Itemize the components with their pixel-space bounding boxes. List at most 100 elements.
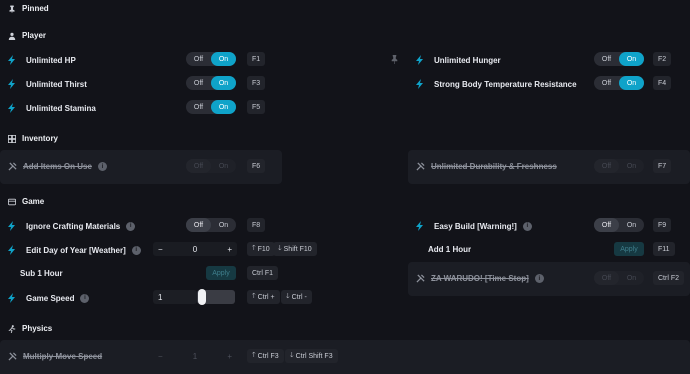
multiply-move-value[interactable]: 1	[193, 352, 197, 361]
sub-hour-row: Sub 1 Hour	[20, 269, 63, 278]
unlimited-hp-toggle[interactable]: Off On	[186, 52, 236, 66]
info-icon[interactable]: i	[534, 274, 544, 283]
toggle-on[interactable]: On	[211, 52, 236, 66]
toggle-on[interactable]: On	[211, 76, 236, 90]
za-warudo-row: ZA WARUDO! [Time Stop] i	[416, 274, 544, 283]
easy-build-label: Easy Build [Warning!]	[434, 221, 517, 231]
za-warudo-toggle[interactable]: Off On	[594, 271, 644, 285]
info-icon[interactable]: i	[522, 221, 532, 231]
strong-body-temp-toggle[interactable]: Off On	[594, 76, 644, 90]
add-items-hotkey[interactable]: F6	[247, 159, 266, 173]
strong-body-temp-row: Strong Body Temperature Resistance	[416, 79, 577, 89]
sub-hour-apply-button[interactable]: Apply	[206, 266, 236, 280]
info-icon[interactable]: i	[80, 293, 90, 303]
ignore-crafting-toggle[interactable]: Off On	[186, 218, 236, 232]
multiply-move-increase-hotkey[interactable]: 🡑 Ctrl F3	[247, 349, 284, 363]
tools-icon	[8, 352, 17, 361]
info-icon[interactable]: i	[126, 221, 136, 231]
unlimited-durability-hotkey[interactable]: F7	[653, 159, 672, 173]
unlimited-hp-hotkey[interactable]: F1	[247, 52, 266, 66]
unlimited-durability-row: Unlimited Durability & Freshness	[416, 162, 557, 171]
add-hour-apply-button[interactable]: Apply	[614, 242, 644, 256]
unlimited-thirst-row: Unlimited Thirst	[8, 79, 87, 89]
pin-icon[interactable]	[391, 55, 398, 64]
edit-day-increase-hotkey[interactable]: 🡑 F10	[247, 242, 275, 256]
unlimited-thirst-hotkey[interactable]: F3	[247, 76, 266, 90]
game-icon	[8, 198, 16, 205]
unlimited-thirst-toggle[interactable]: Off On	[186, 76, 236, 90]
multiply-move-label: Multiply Move Speed	[23, 352, 103, 361]
toggle-on[interactable]: On	[211, 218, 236, 232]
edit-day-label: Edit Day of Year [Weather]	[26, 245, 126, 255]
toggle-off[interactable]: Off	[594, 76, 619, 90]
unlimited-stamina-toggle[interactable]: Off On	[186, 100, 236, 114]
bolt-icon	[8, 245, 15, 255]
toggle-off[interactable]: Off	[186, 218, 211, 232]
edit-day-value[interactable]: 0	[193, 245, 197, 254]
unlimited-hunger-toggle[interactable]: Off On	[594, 52, 644, 66]
increment-button[interactable]: +	[227, 245, 232, 254]
add-items-toggle[interactable]: Off On	[186, 159, 236, 173]
bolt-icon	[416, 79, 423, 89]
toggle-off[interactable]: Off	[186, 52, 211, 66]
unlimited-durability-label: Unlimited Durability & Freshness	[431, 162, 557, 171]
unlimited-durability-toggle[interactable]: Off On	[594, 159, 644, 173]
unlimited-hunger-hotkey[interactable]: F2	[653, 52, 672, 66]
strong-body-temp-hotkey[interactable]: F4	[653, 76, 672, 90]
inventory-icon	[8, 134, 16, 143]
unlimited-stamina-hotkey[interactable]: F5	[247, 100, 266, 114]
toggle-off[interactable]: Off	[186, 76, 211, 90]
game-speed-decrease-hotkey[interactable]: 🡓 Ctrl -	[281, 290, 312, 304]
tools-icon	[8, 162, 17, 171]
arrow-down-icon: 🡓	[286, 292, 290, 300]
slider-handle[interactable]	[198, 289, 206, 305]
toggle-off[interactable]: Off	[594, 271, 619, 285]
unlimited-stamina-label: Unlimited Stamina	[26, 103, 96, 113]
section-player: Player	[8, 31, 46, 40]
section-title-player: Player	[22, 31, 47, 40]
strong-body-temp-label: Strong Body Temperature Resistance	[434, 79, 577, 89]
toggle-off[interactable]: Off	[186, 159, 211, 173]
easy-build-toggle[interactable]: Off On	[594, 218, 644, 232]
toggle-on[interactable]: On	[619, 218, 644, 232]
toggle-on[interactable]: On	[619, 76, 644, 90]
info-icon[interactable]: i	[97, 162, 107, 171]
game-speed-value-box[interactable]: 1	[153, 290, 197, 304]
multiply-move-increase-key: Ctrl F3	[257, 352, 279, 360]
toggle-on[interactable]: On	[619, 52, 644, 66]
user-icon	[8, 32, 16, 40]
toggle-off[interactable]: Off	[594, 52, 619, 66]
game-speed-increase-hotkey[interactable]: 🡑 Ctrl +	[247, 290, 280, 304]
game-speed-row: Game Speed i	[8, 293, 90, 303]
increment-button[interactable]: +	[227, 352, 232, 361]
ignore-crafting-row: Ignore Crafting Materials i	[8, 221, 136, 231]
sub-hour-hotkey[interactable]: Ctrl F1	[247, 266, 278, 280]
decrement-button[interactable]: −	[158, 245, 163, 254]
bolt-icon	[8, 55, 15, 65]
info-icon[interactable]: i	[131, 245, 141, 255]
edit-day-decrease-hotkey[interactable]: 🡓 Shift F10	[273, 242, 317, 256]
arrow-up-icon: 🡑	[252, 351, 256, 359]
easy-build-hotkey[interactable]: F9	[653, 218, 672, 232]
section-game: Game	[8, 197, 44, 206]
toggle-off[interactable]: Off	[594, 159, 619, 173]
add-hour-hotkey[interactable]: F11	[653, 242, 675, 256]
multiply-move-stepper[interactable]: − 1 +	[153, 349, 237, 363]
za-warudo-hotkey[interactable]: Ctrl F2	[653, 271, 684, 285]
section-pinned: Pinned	[8, 4, 49, 13]
decrement-button[interactable]: −	[158, 352, 163, 361]
edit-day-stepper[interactable]: − 0 +	[153, 242, 237, 256]
toggle-on[interactable]: On	[619, 159, 644, 173]
toggle-off[interactable]: Off	[594, 218, 619, 232]
unlimited-stamina-row: Unlimited Stamina	[8, 103, 96, 113]
ignore-crafting-hotkey[interactable]: F8	[247, 218, 266, 232]
game-speed-decrease-key: Ctrl -	[291, 293, 307, 301]
bolt-icon	[416, 221, 423, 231]
toggle-on[interactable]: On	[211, 100, 236, 114]
arrow-up-icon: 🡑	[252, 292, 256, 300]
toggle-off[interactable]: Off	[186, 100, 211, 114]
game-speed-value[interactable]: 1	[158, 293, 162, 302]
toggle-on[interactable]: On	[619, 271, 644, 285]
multiply-move-decrease-hotkey[interactable]: 🡓 Ctrl Shift F3	[285, 349, 338, 363]
toggle-on[interactable]: On	[211, 159, 236, 173]
